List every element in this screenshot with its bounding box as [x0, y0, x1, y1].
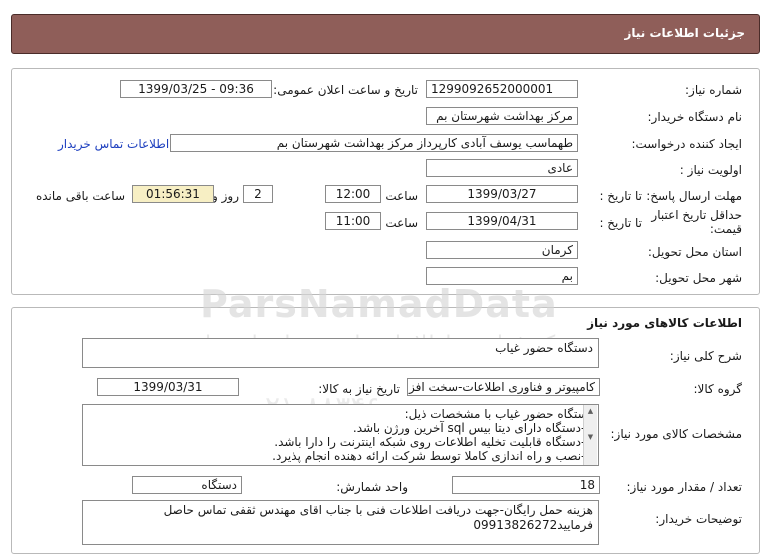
deadline-date-field: 1399/03/27 — [426, 185, 578, 203]
need-date-label: تاریخ نیاز به کالا: — [318, 382, 400, 396]
buyer-notes-line: هزینه حمل رایگان-جهت دریافت اطلاعات فنی … — [163, 503, 593, 517]
specs-line: 3-نصب و راه اندازی کاملا توسط شرکت ارائه… — [272, 449, 593, 463]
unit-field: دستگاه — [132, 476, 242, 494]
priority-field: عادی — [426, 159, 578, 177]
creator-label: ایجاد کننده درخواست: — [631, 137, 742, 151]
specs-scrollbar[interactable]: ▲ ▼ — [583, 405, 597, 465]
validity-time-label: ساعت — [385, 216, 418, 230]
buyer-label: نام دستگاه خریدار: — [647, 110, 743, 124]
buyer-notes-label: توضیحات خریدار: — [655, 512, 742, 526]
goods-group-label: گروه کالا: — [693, 382, 743, 396]
deadline-time-label: ساعت — [385, 189, 418, 203]
buyer-contact-link[interactable]: اطلاعات تماس خریدار — [58, 137, 169, 151]
specs-field[interactable]: دستگاه حضور غیاب با مشخصات ذیل: 1-دستگاه… — [82, 404, 599, 466]
buyer-notes-line: فرمایید09913826272 — [473, 518, 593, 532]
page-header: جزئیات اطلاعات نیاز — [11, 14, 760, 54]
remaining-time-field: 01:56:31 — [132, 185, 214, 203]
need-number-label: شماره نیاز: — [685, 83, 742, 97]
goods-section-title: اطلاعات کالاهای مورد نیاز — [587, 316, 742, 330]
validity-to-date-label: تا تاریخ : — [599, 216, 642, 230]
need-info-panel — [11, 68, 760, 295]
specs-line: 2-دستگاه قابلیت تخلیه اطلاعات روی شبکه ا… — [274, 435, 593, 449]
buyer-field: مرکز بهداشت شهرستان بم — [426, 107, 578, 125]
creator-field: طهماسب یوسف آبادی کارپرداز مرکز بهداشت ش… — [170, 134, 578, 152]
deadline-to-date-label: تا تاریخ : — [599, 189, 642, 203]
validity-time-field: 11:00 — [325, 212, 381, 230]
deadline-label: مهلت ارسال پاسخ: — [646, 189, 742, 203]
unit-label: واحد شمارش: — [336, 480, 408, 494]
announce-field: 1399/03/25 - 09:36 — [120, 80, 272, 98]
days-label: روز و — [212, 189, 239, 203]
summary-field: دستگاه حضور غیاب — [82, 338, 599, 368]
buyer-notes-field: هزینه حمل رایگان-جهت دریافت اطلاعات فنی … — [82, 500, 599, 545]
page-title: جزئیات اطلاعات نیاز — [624, 26, 745, 40]
quantity-field: 18 — [452, 476, 600, 494]
validity-date-field: 1399/04/31 — [426, 212, 578, 230]
province-label: استان محل تحویل: — [647, 245, 742, 259]
goods-group-field: کامپیوتر و فناوری اطلاعات-سخت افزار — [407, 378, 600, 396]
validity-label: حداقل تاریخ اعتبار قیمت: — [651, 208, 742, 236]
specs-line: دستگاه حضور غیاب با مشخصات ذیل: — [404, 407, 593, 421]
city-label: شهر محل تحویل: — [655, 271, 742, 285]
days-field: 2 — [243, 185, 273, 203]
scroll-down-icon[interactable]: ▼ — [584, 431, 597, 443]
province-field: کرمان — [426, 241, 578, 259]
specs-line: 1-دستگاه دارای دیتا بیس sql آخرین ورژن ب… — [352, 421, 593, 435]
scroll-up-icon[interactable]: ▲ — [584, 405, 597, 417]
quantity-label: تعداد / مقدار مورد نیاز: — [626, 480, 742, 494]
need-date-field: 1399/03/31 — [97, 378, 239, 396]
remaining-label: ساعت باقی مانده — [35, 189, 125, 203]
priority-label: اولویت نیاز : — [679, 163, 742, 177]
summary-label: شرح کلی نیاز: — [669, 349, 742, 363]
specs-label: مشخصات کالای مورد نیاز: — [610, 427, 742, 441]
deadline-time-field: 12:00 — [325, 185, 381, 203]
announce-label: تاریخ و ساعت اعلان عمومی: — [273, 83, 418, 97]
watermark-brand: ParsNamadData — [200, 282, 558, 326]
need-number-field: 1299092652000001 — [426, 80, 578, 98]
